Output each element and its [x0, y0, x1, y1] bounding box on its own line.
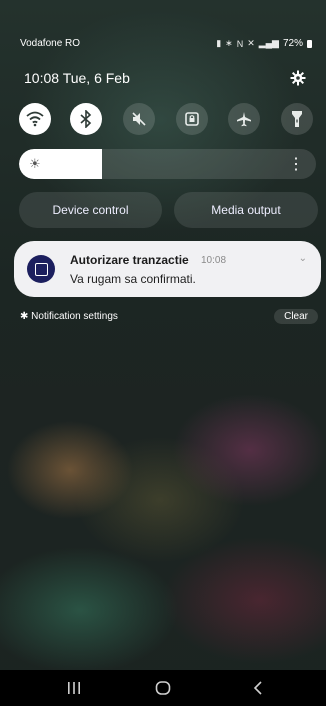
mute-icon [132, 112, 146, 126]
settings-gear-icon[interactable] [290, 70, 306, 91]
back-button[interactable] [240, 670, 276, 706]
sound-mute-toggle[interactable] [123, 103, 155, 135]
system-icons: ▮ ∗ N ✕ ▂▄▆ 72% [216, 38, 312, 49]
rotation-lock-icon [185, 112, 199, 126]
sim-icon: ▮ [216, 38, 222, 48]
notification-time: 10:08 [201, 255, 227, 266]
bluetooth-toggle[interactable] [70, 103, 102, 135]
battery-icon [307, 39, 312, 48]
media-output-label: Media output [211, 203, 281, 217]
flashlight-icon [292, 111, 302, 127]
time-date-row: 10:08 Tue, 6 Feb [24, 70, 306, 90]
notification-settings-link[interactable]: ✱ Notification settings [20, 311, 118, 322]
device-control-label: Device control [52, 203, 129, 217]
gear-icon [290, 70, 306, 86]
media-output-button[interactable]: Media output [174, 192, 318, 228]
back-icon [253, 681, 262, 695]
airplane-mode-toggle[interactable] [228, 103, 260, 135]
brightness-slider[interactable]: ☀ ⋮ [19, 149, 316, 179]
navigation-bar [0, 670, 326, 706]
app-icon [27, 255, 55, 283]
mute-icon: ✕ [247, 38, 255, 48]
airplane-icon [237, 112, 251, 127]
wifi-toggle[interactable] [19, 103, 51, 135]
notification-card[interactable]: Autorizare tranzactie 10:08 Va rugam sa … [14, 241, 321, 297]
bank-app-icon [34, 262, 48, 276]
battery-percent: 72% [282, 38, 303, 49]
brightness-sun-icon: ☀ [29, 156, 41, 171]
bluetooth-icon [80, 110, 92, 128]
wifi-icon [26, 111, 44, 127]
device-control-button[interactable]: Device control [19, 192, 162, 228]
small-gear-icon: ✱ [20, 311, 29, 322]
notification-body: Va rugam sa confirmati. [70, 272, 196, 286]
nfc-icon: N [236, 38, 244, 49]
expand-chevron-icon[interactable]: ⌄ [299, 253, 307, 264]
recent-apps-button[interactable] [56, 670, 92, 706]
flashlight-toggle[interactable] [281, 103, 313, 135]
clock-date: 10:08 Tue, 6 Feb [24, 70, 130, 86]
home-button[interactable] [145, 670, 181, 706]
quick-toggles [19, 103, 313, 135]
clock-time: 10:08 [24, 70, 60, 86]
recent-apps-icon [68, 682, 80, 694]
bluetooth-icon: ∗ [225, 38, 233, 48]
notification-title: Autorizare tranzactie [70, 253, 189, 267]
clock-date-text: Tue, 6 Feb [62, 70, 130, 86]
notification-footer: ✱ Notification settings Clear [20, 309, 318, 327]
home-icon [155, 681, 171, 695]
clear-button[interactable]: Clear [274, 309, 318, 324]
more-options-icon[interactable]: ⋮ [288, 154, 304, 174]
notification-settings-label: Notification settings [31, 311, 118, 322]
signal-icon: ▂▄▆ [258, 38, 279, 48]
rotation-lock-toggle[interactable] [176, 103, 208, 135]
carrier-name: Vodafone RO [20, 38, 81, 49]
status-bar: Vodafone RO ▮ ∗ N ✕ ▂▄▆ 72% [20, 38, 312, 52]
